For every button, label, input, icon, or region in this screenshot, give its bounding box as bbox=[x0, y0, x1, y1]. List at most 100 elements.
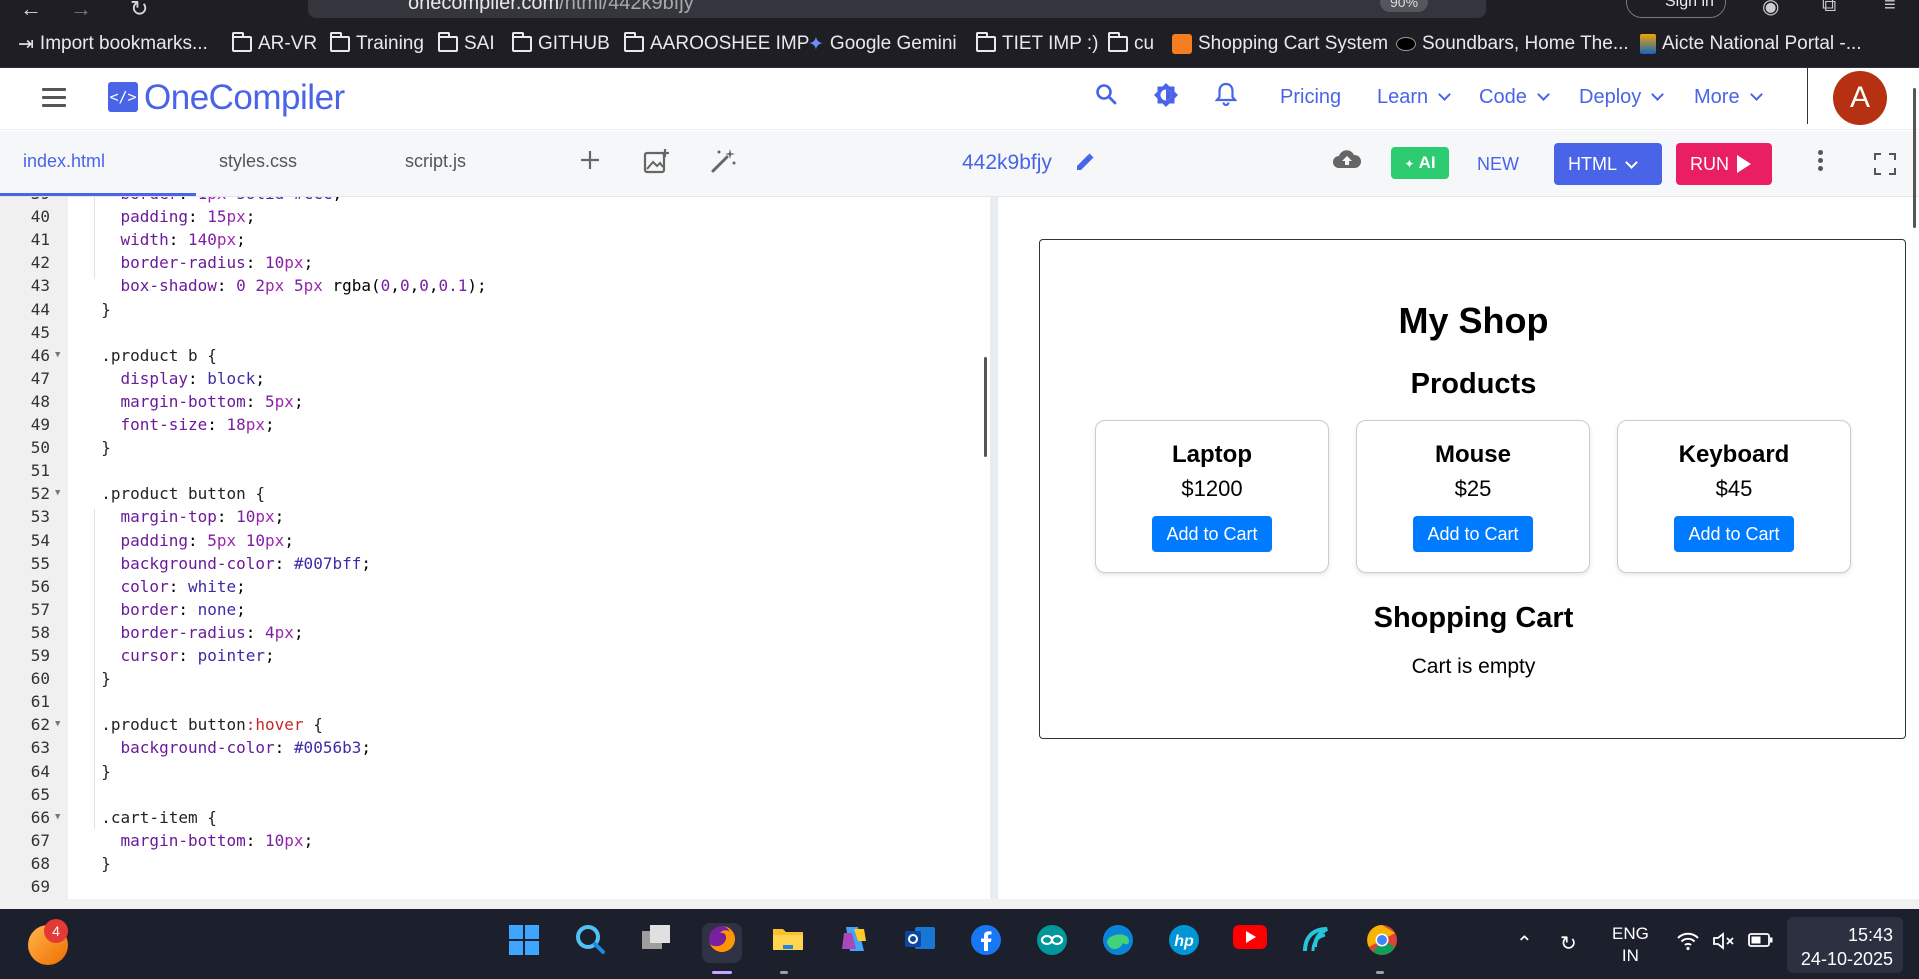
sync-icon[interactable]: ↻ bbox=[1560, 931, 1577, 956]
run-button[interactable]: RUN bbox=[1676, 143, 1772, 185]
ai-button[interactable]: ✦ AI bbox=[1391, 147, 1449, 179]
code-line[interactable]: 66 ▼ .cart-item { bbox=[0, 808, 990, 831]
code-line[interactable]: 68 } bbox=[0, 854, 990, 877]
language-indicator[interactable]: ENG IN bbox=[1612, 923, 1649, 967]
code-line[interactable]: 39 border: 1px solid #ccc; bbox=[0, 197, 990, 207]
tab-index-html[interactable]: index.html bbox=[23, 151, 105, 172]
bookmark-tiet-imp[interactable]: TIET IMP :) bbox=[976, 32, 1098, 56]
logo-text[interactable]: OneCompiler bbox=[144, 78, 345, 118]
add-to-cart-button[interactable]: Add to Cart bbox=[1152, 516, 1272, 552]
code-line[interactable]: 53 margin-top: 10px; bbox=[0, 507, 990, 530]
tab-script-js[interactable]: script.js bbox=[405, 151, 466, 172]
bookmark-training[interactable]: Training bbox=[330, 32, 424, 56]
editor-scrollbar[interactable] bbox=[984, 357, 987, 457]
zoom-level[interactable]: 90% bbox=[1380, 0, 1429, 12]
code-line[interactable]: 64 } bbox=[0, 762, 990, 785]
add-image-icon[interactable] bbox=[640, 147, 672, 179]
code-line[interactable]: 52 ▼ .product button { bbox=[0, 484, 990, 507]
code-line[interactable]: 61 bbox=[0, 692, 990, 715]
search-taskbar-icon[interactable] bbox=[570, 923, 610, 963]
forward-icon[interactable]: → bbox=[70, 0, 92, 22]
code-line[interactable]: 44 } bbox=[0, 300, 990, 323]
nav-deploy[interactable]: Deploy bbox=[1579, 86, 1665, 109]
outlook-icon[interactable] bbox=[900, 923, 940, 963]
fold-arrow-icon[interactable]: ▼ bbox=[55, 488, 60, 498]
new-button[interactable]: NEW bbox=[1477, 154, 1519, 175]
back-icon[interactable]: ← bbox=[20, 0, 42, 22]
bookmark-soundbars[interactable]: Soundbars, Home The... bbox=[1396, 32, 1629, 56]
code-line[interactable]: 42 border-radius: 10px; bbox=[0, 253, 990, 276]
bookmark-cu[interactable]: cu bbox=[1108, 32, 1154, 56]
code-line[interactable]: 46 ▼ .product b { bbox=[0, 346, 990, 369]
code-line[interactable]: 59 cursor: pointer; bbox=[0, 646, 990, 669]
bookmark-google-gemini[interactable]: ✦ Google Gemini bbox=[808, 32, 957, 56]
task-view-icon[interactable] bbox=[636, 923, 676, 963]
hp-icon[interactable]: hp bbox=[1164, 923, 1204, 963]
logo-icon[interactable]: </> bbox=[108, 82, 138, 112]
cloud-upload-icon[interactable] bbox=[1330, 147, 1364, 181]
bookmark-sai[interactable]: SAI bbox=[438, 32, 495, 56]
system-clock[interactable]: 15:43 24-10-2025 bbox=[1787, 917, 1903, 973]
fold-arrow-icon[interactable]: ▼ bbox=[55, 812, 60, 822]
user-avatar[interactable]: A bbox=[1833, 71, 1887, 125]
notification-bell-icon[interactable] bbox=[1210, 82, 1242, 114]
code-line[interactable]: 65 bbox=[0, 785, 990, 808]
downloads-icon[interactable]: ⧉ bbox=[1822, 0, 1836, 17]
code-line[interactable]: 62 ▼ .product button:hover { bbox=[0, 715, 990, 738]
windows-start-icon[interactable] bbox=[504, 923, 544, 963]
code-line[interactable]: 41 width: 140px; bbox=[0, 230, 990, 253]
code-line[interactable]: 58 border-radius: 4px; bbox=[0, 623, 990, 646]
code-line[interactable]: 43 box-shadow: 0 2px 5px rgba(0,0,0,0.1)… bbox=[0, 276, 990, 299]
chrome-icon[interactable] bbox=[1362, 923, 1402, 963]
bookmark-aicte[interactable]: Aicte National Portal -... bbox=[1640, 32, 1862, 56]
add-to-cart-button[interactable]: Add to Cart bbox=[1674, 516, 1794, 552]
more-options-icon[interactable] bbox=[1808, 147, 1832, 181]
code-line[interactable]: 49 font-size: 18px; bbox=[0, 415, 990, 438]
show-hidden-icons-icon[interactable]: ⌃ bbox=[1516, 931, 1533, 956]
code-line[interactable]: 45 bbox=[0, 323, 990, 346]
arduino-icon[interactable] bbox=[1032, 923, 1072, 963]
reload-icon[interactable]: ↻ bbox=[130, 0, 148, 22]
split-divider[interactable] bbox=[990, 197, 998, 899]
code-line[interactable]: 51 bbox=[0, 461, 990, 484]
battery-icon[interactable] bbox=[1748, 931, 1774, 954]
page-scrollbar[interactable] bbox=[1913, 88, 1916, 228]
code-line[interactable]: 56 color: white; bbox=[0, 577, 990, 600]
hamburger-menu-icon[interactable] bbox=[42, 88, 66, 108]
volume-muted-icon[interactable] bbox=[1712, 931, 1736, 957]
code-line[interactable]: 69 bbox=[0, 877, 990, 899]
copilot-icon[interactable] bbox=[834, 923, 874, 963]
magic-wand-icon[interactable] bbox=[707, 147, 739, 179]
nav-code[interactable]: Code bbox=[1479, 86, 1550, 109]
bookmark-ar-vr[interactable]: AR-VR bbox=[232, 32, 317, 56]
fold-arrow-icon[interactable]: ▼ bbox=[55, 719, 60, 729]
code-line[interactable]: 40 padding: 15px; bbox=[0, 207, 990, 230]
theme-toggle-icon[interactable] bbox=[1150, 82, 1182, 114]
extensions-icon[interactable]: ◉ bbox=[1762, 0, 1779, 19]
code-line[interactable]: 48 margin-bottom: 5px; bbox=[0, 392, 990, 415]
code-line[interactable]: 47 display: block; bbox=[0, 369, 990, 392]
code-line[interactable]: 63 background-color: #0056b3; bbox=[0, 738, 990, 761]
tab-styles-css[interactable]: styles.css bbox=[219, 151, 297, 172]
bookmark-import[interactable]: ⇥ Import bookmarks... bbox=[18, 32, 208, 56]
code-line[interactable]: 67 margin-bottom: 10px; bbox=[0, 831, 990, 854]
nav-pricing[interactable]: Pricing bbox=[1280, 86, 1341, 109]
sign-in-button[interactable]: Sign in bbox=[1626, 0, 1726, 18]
language-select-button[interactable]: HTML bbox=[1554, 143, 1662, 185]
code-line[interactable]: 57 border: none; bbox=[0, 600, 990, 623]
bookmark-aarooshee-imp[interactable]: AAROOSHEE IMP bbox=[624, 32, 809, 56]
youtube-icon[interactable] bbox=[1230, 923, 1270, 963]
add-file-icon[interactable] bbox=[574, 147, 606, 179]
bookmark-github[interactable]: GITHUB bbox=[512, 32, 610, 56]
add-to-cart-button[interactable]: Add to Cart bbox=[1413, 516, 1533, 552]
code-line[interactable]: 60 } bbox=[0, 669, 990, 692]
bookmark-shopping-cart-system[interactable]: Shopping Cart System bbox=[1172, 32, 1388, 56]
edit-pencil-icon[interactable] bbox=[1074, 151, 1096, 179]
code-line[interactable]: 54 padding: 5px 10px; bbox=[0, 531, 990, 554]
menu-icon[interactable]: ≡ bbox=[1884, 0, 1896, 17]
fullscreen-icon[interactable] bbox=[1874, 153, 1896, 175]
wave-app-icon[interactable] bbox=[1296, 923, 1336, 963]
file-explorer-icon[interactable] bbox=[768, 923, 808, 963]
nav-learn[interactable]: Learn bbox=[1377, 86, 1452, 109]
fold-arrow-icon[interactable]: ▼ bbox=[55, 350, 60, 360]
